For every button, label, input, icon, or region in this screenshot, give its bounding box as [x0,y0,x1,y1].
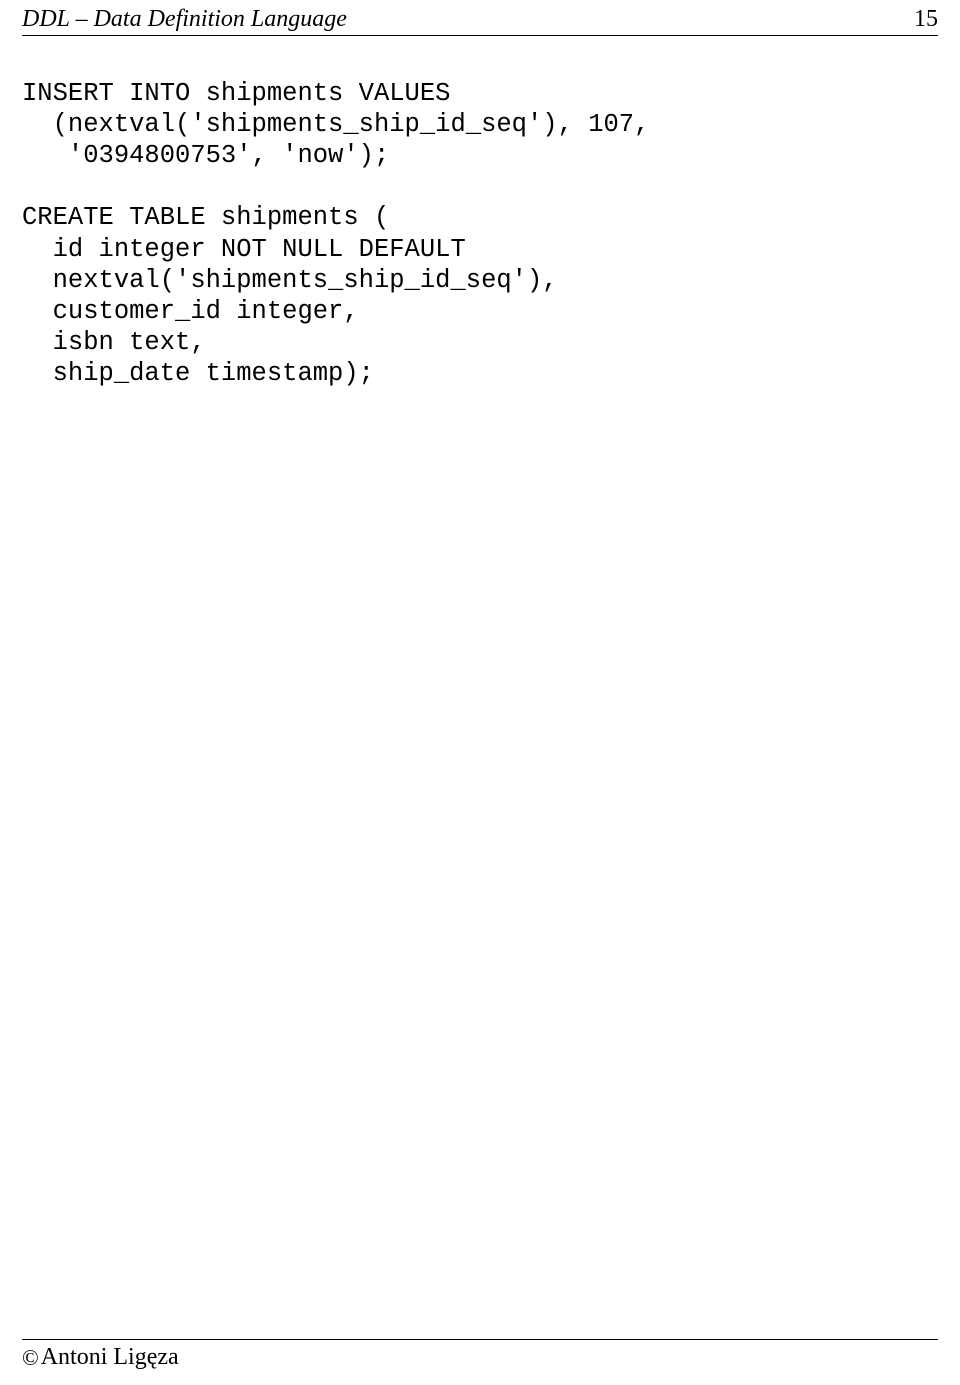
code-block: INSERT INTO shipments VALUES (nextval('s… [22,36,938,389]
page-footer: © Antoni Ligęza [22,1339,938,1371]
page-header: DDL – Data Definition Language 15 [22,0,938,36]
code-line: '0394800753', 'now'); [22,141,389,170]
copyright-icon: © [22,1345,39,1371]
code-line: customer_id integer, [22,297,359,326]
page-number: 15 [914,6,938,33]
code-line: nextval('shipments_ship_id_seq'), [22,266,558,295]
code-line: id integer NOT NULL DEFAULT [22,235,466,264]
code-line: (nextval('shipments_ship_id_seq'), 107, [22,110,649,139]
code-line: isbn text, [22,328,206,357]
code-line: ship_date timestamp); [22,359,374,388]
footer-author: Antoni Ligęza [41,1344,179,1371]
code-line: INSERT INTO shipments VALUES [22,79,450,108]
code-line: CREATE TABLE shipments ( [22,203,389,232]
header-title: DDL – Data Definition Language [22,6,347,33]
